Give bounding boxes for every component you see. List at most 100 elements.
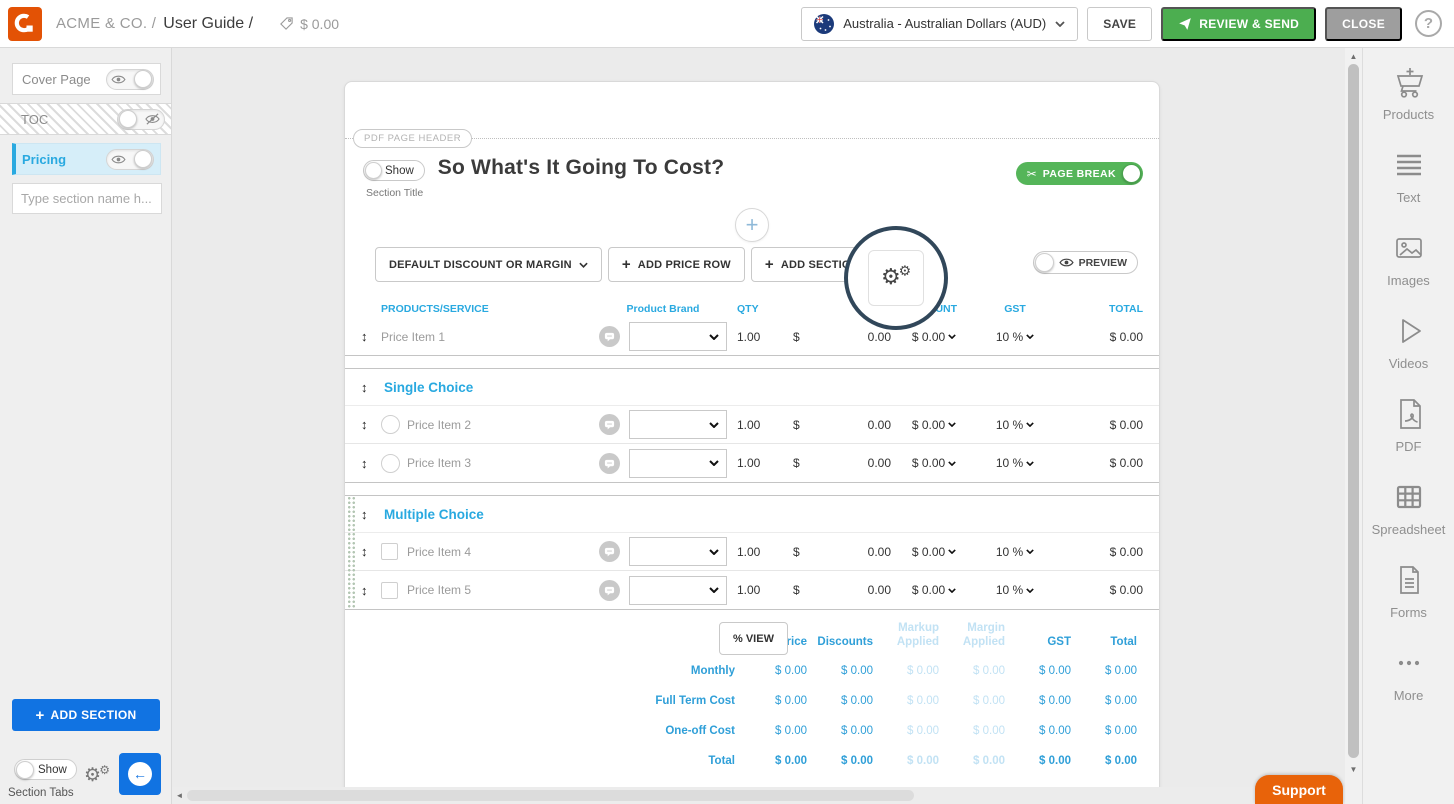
comment-icon[interactable]	[599, 453, 629, 474]
qty-input[interactable]: 1.00	[727, 418, 789, 432]
visibility-toggle[interactable]	[106, 69, 154, 90]
comment-icon[interactable]	[599, 326, 629, 347]
visibility-toggle[interactable]	[106, 149, 154, 170]
toolbox-item-text[interactable]: Text	[1363, 148, 1454, 231]
gst-select[interactable]: 10 %	[973, 456, 1057, 470]
new-section-name-input[interactable]	[12, 183, 162, 214]
pdf-page-header-pill[interactable]: PDF PAGE HEADER	[353, 129, 472, 148]
gst-select[interactable]: 10 %	[973, 330, 1057, 344]
product-brand-select[interactable]	[629, 576, 727, 605]
section-title[interactable]: So What's It Going To Cost?	[438, 156, 724, 180]
drag-handle-icon[interactable]: ↕	[361, 329, 381, 344]
add-content-button[interactable]: +	[735, 208, 769, 242]
document-title[interactable]: User Guide /	[163, 15, 253, 33]
price-item-name-input[interactable]: Price Item 1	[381, 330, 599, 344]
help-icon[interactable]: ?	[1415, 10, 1442, 37]
scroll-left-icon[interactable]: ◄	[172, 791, 187, 800]
section-tabs-toggle[interactable]: Show	[14, 759, 77, 780]
horizontal-scrollbar[interactable]: ◄	[172, 787, 1345, 804]
checkbox[interactable]	[381, 582, 398, 599]
sidebar-item-pricing[interactable]: Pricing	[12, 143, 161, 175]
support-button[interactable]: Support	[1255, 775, 1343, 804]
qty-input[interactable]: 1.00	[727, 583, 789, 597]
amount-input[interactable]: 0.00	[868, 583, 891, 597]
group-heading[interactable]: Multiple Choice	[384, 507, 484, 522]
discount-select[interactable]: $ 0.00	[895, 330, 973, 344]
product-brand-select[interactable]	[629, 537, 727, 566]
play-icon	[1392, 314, 1426, 348]
comment-icon[interactable]	[599, 414, 629, 435]
comment-icon[interactable]	[599, 541, 629, 562]
discount-select[interactable]: $ 0.00	[895, 456, 973, 470]
amount-input[interactable]: 0.00	[868, 418, 891, 432]
collapse-sidebar-button[interactable]: ←	[119, 753, 161, 795]
gears-icon: ⚙⚙	[881, 264, 911, 292]
section-title-show-toggle[interactable]: Show	[363, 160, 425, 181]
vertical-scrollbar[interactable]: ▲ ▼	[1345, 48, 1362, 804]
scroll-down-icon[interactable]: ▼	[1345, 762, 1362, 777]
page-break-toggle[interactable]: ✂ PAGE BREAK	[1016, 162, 1143, 185]
drag-handle-icon[interactable]: ↕	[361, 544, 381, 559]
product-brand-select[interactable]	[629, 410, 727, 439]
sidebar-item-cover-page[interactable]: Cover Page	[12, 63, 161, 95]
toolbox-item-more[interactable]: More	[1363, 646, 1454, 729]
checkbox[interactable]	[381, 543, 398, 560]
drag-handle-icon[interactable]: ↕	[361, 507, 381, 522]
product-brand-select[interactable]	[629, 449, 727, 478]
review-send-button[interactable]: REVIEW & SEND	[1161, 7, 1316, 41]
toolbox-item-videos[interactable]: Videos	[1363, 314, 1454, 397]
currency-selector[interactable]: Australia - Australian Dollars (AUD)	[801, 7, 1078, 41]
scroll-up-icon[interactable]: ▲	[1345, 49, 1362, 64]
section-settings-gear-icon[interactable]: ⚙⚙	[84, 764, 110, 788]
price-row-3: ↕ Price Item 3 1.00 $0.00 $ 0.00 10 % $ …	[345, 444, 1159, 482]
radio-button[interactable]	[381, 454, 400, 473]
qty-input[interactable]: 1.00	[727, 545, 789, 559]
qty-input[interactable]: 1.00	[727, 456, 789, 470]
add-section-button[interactable]: + ADD SECTION	[12, 699, 160, 731]
close-button[interactable]: CLOSE	[1325, 7, 1402, 41]
amount-input[interactable]: 0.00	[868, 545, 891, 559]
gst-select[interactable]: 10 %	[973, 583, 1057, 597]
amount-input[interactable]: 0.00	[868, 456, 891, 470]
drag-handle-icon[interactable]: ↕	[361, 417, 381, 432]
toolbox-item-forms[interactable]: Forms	[1363, 563, 1454, 646]
discount-select[interactable]: $ 0.00	[895, 418, 973, 432]
default-discount-dropdown[interactable]: DEFAULT DISCOUNT OR MARGIN	[375, 247, 602, 282]
chevron-down-icon	[709, 460, 719, 466]
add-price-row-button[interactable]: + ADD PRICE ROW	[608, 247, 745, 282]
drag-handle-icon[interactable]: ↕	[361, 380, 381, 395]
plus-icon: +	[35, 707, 44, 724]
insert-content-row: +	[345, 208, 1159, 242]
toolbox-item-spreadsheet[interactable]: Spreadsheet	[1363, 480, 1454, 563]
col-products-service: PRODUCTS/SERVICE	[361, 303, 599, 315]
percent-view-button[interactable]: % VIEW	[719, 622, 788, 655]
drag-handle-icon[interactable]: ↕	[361, 456, 381, 471]
discount-select[interactable]: $ 0.00	[895, 583, 973, 597]
col-markup-applied: Markup Applied	[873, 621, 939, 650]
toolbox-item-pdf[interactable]: PDF	[1363, 397, 1454, 480]
group-heading[interactable]: Single Choice	[384, 380, 473, 395]
chevron-down-icon	[948, 549, 956, 554]
price-item-name-input[interactable]: Price Item 3	[407, 456, 599, 470]
pricing-settings-button[interactable]: ⚙⚙	[868, 250, 924, 306]
qty-input[interactable]: 1.00	[727, 330, 789, 344]
drag-handle-icon[interactable]: ↕	[361, 583, 381, 598]
price-item-name-input[interactable]: Price Item 2	[407, 418, 599, 432]
radio-button[interactable]	[381, 415, 400, 434]
sidebar-item-toc[interactable]: TOC	[0, 103, 171, 135]
discount-select[interactable]: $ 0.00	[895, 545, 973, 559]
price-item-name-input[interactable]: Price Item 4	[407, 545, 599, 559]
comment-icon[interactable]	[599, 580, 629, 601]
gst-select[interactable]: 10 %	[973, 418, 1057, 432]
gst-select[interactable]: 10 %	[973, 545, 1057, 559]
toolbox-item-products[interactable]: Products	[1363, 65, 1454, 148]
toolbox-item-images[interactable]: Images	[1363, 231, 1454, 314]
app-logo-icon[interactable]	[8, 7, 42, 41]
preview-toggle[interactable]: PREVIEW	[1033, 251, 1138, 274]
grid-icon	[1392, 480, 1426, 514]
product-brand-select[interactable]	[629, 322, 727, 351]
amount-input[interactable]: 0.00	[868, 330, 891, 344]
price-item-name-input[interactable]: Price Item 5	[407, 583, 599, 597]
save-button[interactable]: SAVE	[1087, 7, 1152, 41]
visibility-toggle[interactable]	[117, 109, 165, 130]
